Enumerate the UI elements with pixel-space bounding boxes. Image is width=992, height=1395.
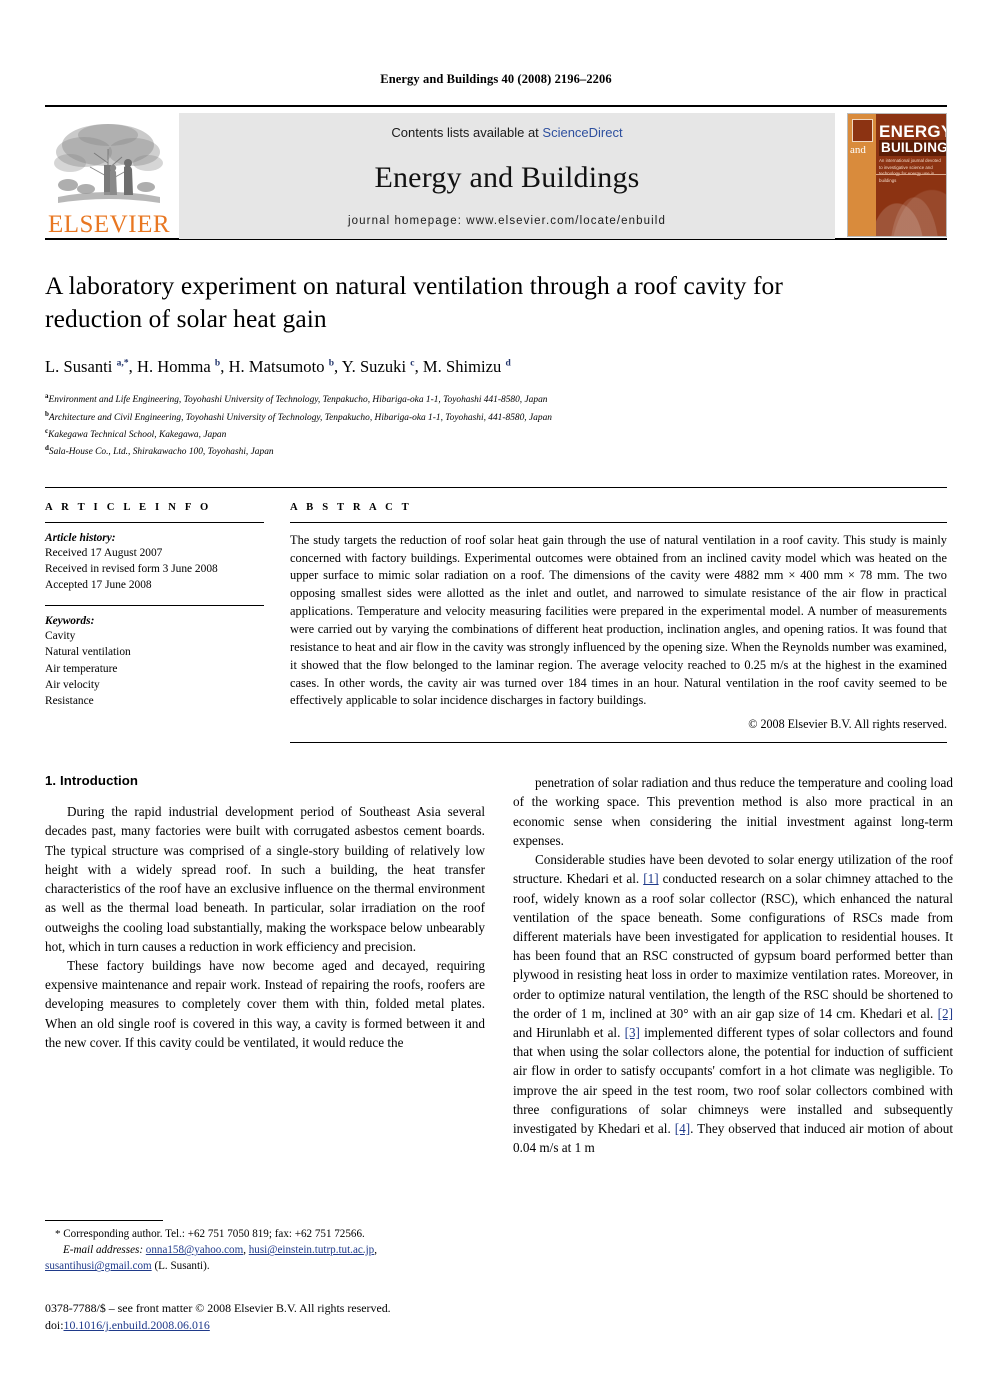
corresponding-author-note: * Corresponding author. Tel.: +62 751 70… [45,1226,485,1242]
issn-front-matter-line: 0378-7788/$ – see front matter © 2008 El… [45,1301,391,1315]
abstract-rule [290,521,947,523]
page-title: A laboratory experiment on natural venti… [45,271,783,333]
cover-divider [876,174,946,175]
footnote-rule [45,1220,163,1221]
article-info-column: A R T I C L E I N F O Article history: R… [45,502,290,744]
body-columns: 1. Introduction During the rapid industr… [45,773,953,1157]
email-link-3[interactable]: susantihusi@gmail.com [45,1260,152,1272]
keyword-item: Resistance [45,695,94,707]
para-text: and Hirunlabh et al. [513,1024,625,1040]
title-block: A laboratory experiment on natural venti… [45,270,947,461]
citation-ref-2[interactable]: [2] [938,1006,953,1021]
corresponding-author-text: Corresponding author. Tel.: +62 751 7050… [63,1228,365,1240]
email-owner: (L. Susanti). [154,1260,210,1273]
paragraph: During the rapid industrial development … [45,804,485,954]
affiliation-d: dSala-House Co., Ltd., Shirakawacho 100,… [45,443,947,460]
info-abstract-section: A R T I C L E I N F O Article history: R… [45,486,947,744]
body-left-column: 1. Introduction During the rapid industr… [45,773,485,1157]
body-right-column: penetration of solar radiation and thus … [513,773,953,1157]
affiliation-c: cKakegawa Technical School, Kakegawa, Ja… [45,426,947,443]
keyword-item: Air temperature [45,662,118,675]
paper-page: Energy and Buildings 40 (2008) 2196–2206 [0,72,992,1395]
para-text: implemented different types of solar col… [513,1024,953,1136]
affiliation-text-b: Architecture and Civil Engineering, Toyo… [48,412,552,423]
sciencedirect-link[interactable]: ScienceDirect [542,125,622,140]
citation-ref-1[interactable]: [1] [643,871,658,886]
keyword-item: Cavity [45,630,76,643]
issn-doi-block: 0378-7788/$ – see front matter © 2008 El… [45,1300,505,1335]
history-accepted: Accepted 17 June 2008 [45,579,152,592]
cover-buildings-word: BUILDINGS [879,140,946,156]
affiliation-text-a: Environment and Life Engineering, Toyoha… [48,395,548,406]
email-addresses-note: E-mail addresses: onna158@yahoo.com, hus… [45,1244,377,1273]
author-list: L. Susanti a,*, H. Homma b, H. Matsumoto… [45,357,511,377]
email-link-2[interactable]: husi@einstein.tutrp.tut.ac.jp [249,1244,374,1256]
cover-energy-word: ENERGY [879,122,947,141]
paragraph: These factory buildings have now become … [45,957,485,1050]
affiliation-text-d: Sala-House Co., Ltd., Shirakawacho 100, … [48,447,274,458]
email-link-1[interactable]: onna158@yahoo.com [146,1244,243,1256]
section-heading-introduction: 1. Introduction [45,773,139,789]
abstract-text: The study targets the reduction of roof … [290,532,947,708]
journal-masthead: ELSEVIER Contents lists available at Sci… [45,105,947,239]
running-head: Energy and Buildings 40 (2008) 2196–2206 [380,72,612,86]
abstract-bottom-rule [290,742,947,744]
cover-subtitle: An international journal devoted to inve… [879,158,941,183]
journal-band: Contents lists available at ScienceDirec… [179,113,835,239]
paragraph: penetration of solar radiation and thus … [513,775,953,848]
abstract-heading: A B S T R A C T [290,501,412,513]
keywords-label: Keywords: [45,615,95,628]
doi-label: doi: [45,1318,64,1333]
keyword-item: Air velocity [45,678,100,691]
article-history-label: Article history: [45,531,116,544]
doi-link[interactable]: 10.1016/j.enbuild.2008.06.016 [64,1318,210,1332]
journal-homepage-line[interactable]: journal homepage: www.elsevier.com/locat… [348,215,666,227]
elsevier-wordmark: ELSEVIER [47,211,171,238]
cover-and-word: and [850,144,866,156]
affiliation-text-c: Kakegawa Technical School, Kakegawa, Jap… [48,430,227,441]
history-revised: Received in revised form 3 June 2008 [45,562,218,575]
citation-ref-4[interactable]: [4] [675,1121,690,1136]
affiliation-list: aEnvironment and Life Engineering, Toyoh… [45,391,947,460]
para-text: conducted research on a solar chimney at… [513,871,953,1021]
affiliation-b: bArchitecture and Civil Engineering, Toy… [45,409,947,426]
article-info-heading: A R T I C L E I N F O [45,501,212,513]
citation-ref-3[interactable]: [3] [625,1025,640,1040]
email-label: E-mail addresses: [63,1244,144,1257]
cover-elsevier-mark-icon [852,119,873,142]
elsevier-logo: ELSEVIER [45,113,173,239]
article-info-rule [45,521,264,523]
footnote-block: * Corresponding author. Tel.: +62 751 70… [45,1220,485,1275]
keywords-rule [45,605,264,607]
journal-title: Energy and Buildings [374,160,640,194]
contents-available-line: Contents lists available at ScienceDirec… [391,125,622,140]
history-received: Received 17 August 2007 [45,546,163,559]
doi-line: doi:10.1016/j.enbuild.2008.06.016 [45,1317,505,1334]
footnote-star-icon: * [55,1228,61,1240]
journal-cover-thumbnail: and ENERGY BUILDINGS An international jo… [847,113,947,237]
keyword-item: Natural ventilation [45,646,131,659]
contents-prefix: Contents lists available at [391,125,543,140]
abstract-column: A B S T R A C T The study targets the re… [290,502,947,744]
abstract-copyright: © 2008 Elsevier B.V. All rights reserved… [748,717,947,732]
elsevier-tree-icon [54,124,163,203]
affiliation-a: aEnvironment and Life Engineering, Toyoh… [45,391,947,408]
paragraph-with-references: Considerable studies have been devoted t… [513,850,953,1157]
